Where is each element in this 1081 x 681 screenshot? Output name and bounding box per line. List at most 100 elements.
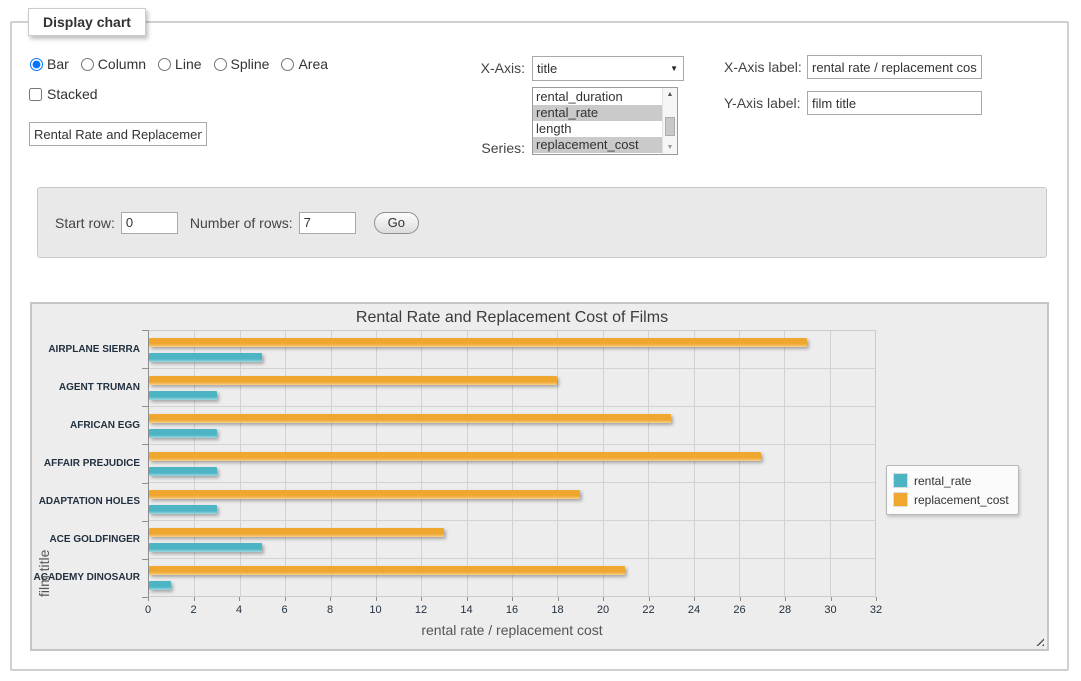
- y-axis-label-caption: Y-Axis label:: [724, 95, 801, 111]
- scroll-up-icon[interactable]: ▲: [667, 88, 674, 101]
- x-tick-label: 24: [688, 604, 700, 616]
- scrollbar-thumb[interactable]: [665, 117, 675, 136]
- gridline-v: [421, 331, 422, 596]
- x-tick-label: 10: [369, 604, 381, 616]
- legend-item-rental_rate[interactable]: rental_rate: [894, 471, 1009, 490]
- bar-replacement_cost[interactable]: [149, 452, 761, 461]
- chart-type-bar[interactable]: Bar: [30, 56, 69, 72]
- bar-replacement_cost[interactable]: [149, 414, 671, 423]
- bar-rental_rate[interactable]: [149, 391, 217, 400]
- bar-rental_rate[interactable]: [149, 429, 217, 438]
- legend-label-replacement_cost: replacement_cost: [914, 493, 1009, 507]
- x-tick-label: 30: [824, 604, 836, 616]
- rows-panel: Start row: Number of rows: Go: [37, 187, 1047, 258]
- series-caption: Series:: [440, 140, 525, 156]
- category-tickmark: [142, 597, 148, 598]
- chart-type-radio-area[interactable]: [281, 58, 294, 71]
- category-tickmark: [142, 559, 148, 560]
- x-tickmark: [831, 597, 832, 601]
- x-axis-select-wrap: title ▼: [532, 56, 684, 81]
- bar-replacement_cost[interactable]: [149, 528, 444, 537]
- bar-replacement_cost[interactable]: [149, 338, 807, 347]
- series-scrollbar[interactable]: ▲ ▼: [662, 88, 677, 154]
- category-tickmark: [142, 444, 148, 445]
- gridline-v: [648, 331, 649, 596]
- x-tickmark: [376, 597, 377, 601]
- gridline-v: [194, 331, 195, 596]
- legend-label-rental_rate: rental_rate: [914, 474, 971, 488]
- x-tickmark: [194, 597, 195, 601]
- chart-type-radio-bar[interactable]: [30, 58, 43, 71]
- series-option-length[interactable]: length: [533, 121, 662, 137]
- chart-type-radio-line[interactable]: [158, 58, 171, 71]
- scroll-down-icon[interactable]: ▼: [667, 141, 674, 154]
- gridline-v: [603, 331, 604, 596]
- category-label: AIRPLANE SIERRA: [32, 330, 140, 368]
- category-label: ACADEMY DINOSAUR: [32, 559, 140, 597]
- chart-type-spline[interactable]: Spline: [214, 56, 270, 72]
- chart-type-radio-spline[interactable]: [214, 58, 227, 71]
- go-button[interactable]: Go: [374, 212, 419, 234]
- num-rows-label: Number of rows:: [190, 215, 293, 231]
- legend-swatch-rental_rate: [894, 474, 907, 487]
- category-labels: AIRPLANE SIERRAAGENT TRUMANAFRICAN EGGAF…: [32, 330, 140, 597]
- x-tickmark: [467, 597, 468, 601]
- bar-rental_rate[interactable]: [149, 467, 217, 476]
- x-axis-label-input[interactable]: [807, 55, 982, 79]
- display-chart-fieldset: Display chart BarColumnLineSplineArea St…: [10, 21, 1069, 671]
- bar-replacement_cost[interactable]: [149, 566, 625, 575]
- chart-title: Rental Rate and Replacement Cost of Film…: [148, 309, 876, 327]
- x-tick-label: 28: [779, 604, 791, 616]
- series-option-rental_duration[interactable]: rental_duration: [533, 89, 662, 105]
- x-tickmark: [512, 597, 513, 601]
- bar-rental_rate[interactable]: [149, 353, 262, 362]
- chart-type-radio-column[interactable]: [81, 58, 94, 71]
- chart-type-column[interactable]: Column: [81, 56, 146, 72]
- bar-rental_rate[interactable]: [149, 505, 217, 514]
- bar-replacement_cost[interactable]: [149, 376, 557, 385]
- x-tickmark: [740, 597, 741, 601]
- chart-title-input[interactable]: [29, 122, 207, 146]
- chart-panel: Rental Rate and Replacement Cost of Film…: [30, 302, 1049, 651]
- x-axis-label-caption: X-Axis label:: [724, 59, 802, 75]
- chart-type-radios: Bar Column Line Spline Area: [30, 56, 336, 72]
- x-tick-label: 8: [327, 604, 333, 616]
- chart-type-label-bar: Bar: [47, 56, 69, 72]
- gridline-v: [694, 331, 695, 596]
- series-option-replacement_cost[interactable]: replacement_cost: [533, 137, 662, 153]
- bar-rental_rate[interactable]: [149, 581, 171, 590]
- y-axis-label-input[interactable]: [807, 91, 982, 115]
- start-row-input[interactable]: [121, 212, 178, 234]
- gridline-v: [830, 331, 831, 596]
- category-tickmark: [142, 330, 148, 331]
- category-label: ACE GOLDFINGER: [32, 521, 140, 559]
- x-tickmark: [239, 597, 240, 601]
- series-option-rental_rate[interactable]: rental_rate: [533, 105, 662, 121]
- x-tick-label: 26: [733, 604, 745, 616]
- stacked-checkbox-row[interactable]: Stacked: [29, 86, 98, 102]
- gridline-v: [331, 331, 332, 596]
- series-listbox[interactable]: rental_durationrental_ratelengthreplacem…: [532, 87, 678, 155]
- num-rows-input[interactable]: [299, 212, 356, 234]
- x-tickmark: [876, 597, 877, 601]
- x-tick-label: 4: [236, 604, 242, 616]
- gridline-v: [467, 331, 468, 596]
- x-tick-label: 6: [281, 604, 287, 616]
- chart-type-label-area: Area: [298, 56, 328, 72]
- bar-replacement_cost[interactable]: [149, 490, 580, 499]
- scrollbar-track[interactable]: [663, 101, 677, 141]
- chart-type-line[interactable]: Line: [158, 56, 201, 72]
- x-tick-label: 20: [597, 604, 609, 616]
- x-axis-select[interactable]: title: [532, 56, 684, 81]
- x-tickmark: [603, 597, 604, 601]
- plot-area: [148, 330, 876, 597]
- resize-handle-icon[interactable]: [1033, 635, 1044, 646]
- chart-type-area[interactable]: Area: [281, 56, 328, 72]
- legend-item-replacement_cost[interactable]: replacement_cost: [894, 490, 1009, 509]
- stacked-checkbox[interactable]: [29, 88, 42, 101]
- x-tickmark: [421, 597, 422, 601]
- bar-rental_rate[interactable]: [149, 543, 262, 552]
- x-tick-label: 2: [190, 604, 196, 616]
- category-label: AFRICAN EGG: [32, 406, 140, 444]
- gridline-v: [784, 331, 785, 596]
